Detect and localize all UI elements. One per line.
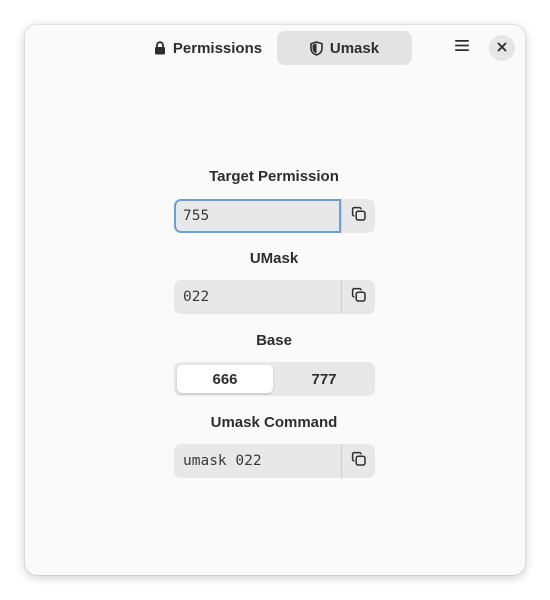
app-window: Permissions Umask Target Permission 755 …: [25, 25, 525, 575]
main-menu-button[interactable]: [446, 35, 478, 61]
base-label: Base: [256, 332, 292, 349]
tab-umask[interactable]: Umask: [277, 31, 412, 65]
copy-umask-command-button[interactable]: [342, 444, 375, 478]
target-permission-label: Target Permission: [209, 168, 339, 185]
umask-command-entry: [174, 444, 375, 478]
target-permission-entry: [174, 199, 375, 233]
copy-umask-button[interactable]: [342, 280, 375, 314]
base-option-777[interactable]: 777: [276, 365, 372, 393]
tab-umask-label: Umask: [329, 39, 380, 57]
close-button[interactable]: [489, 35, 515, 61]
umask-input[interactable]: [174, 280, 341, 314]
hamburger-menu-icon: [454, 39, 470, 57]
close-icon: [497, 39, 507, 57]
tab-permissions-label: Permissions: [172, 39, 263, 57]
copy-target-permission-button[interactable]: [342, 199, 375, 233]
tab-permissions[interactable]: Permissions: [141, 31, 275, 65]
base-toggle-group: 666 777: [174, 362, 375, 396]
umask-label: UMask: [249, 250, 299, 267]
base-option-666[interactable]: 666: [177, 365, 273, 393]
umask-command-label: Umask Command: [210, 414, 338, 431]
copy-icon: [351, 287, 367, 308]
umask-command-input[interactable]: [174, 444, 341, 478]
shield-icon: [310, 40, 323, 56]
target-permission-input[interactable]: [174, 199, 341, 233]
copy-icon: [351, 206, 367, 227]
header-bar: Permissions Umask: [25, 25, 525, 71]
copy-icon: [351, 451, 367, 472]
lock-icon: [154, 41, 166, 55]
umask-entry: [174, 280, 375, 314]
